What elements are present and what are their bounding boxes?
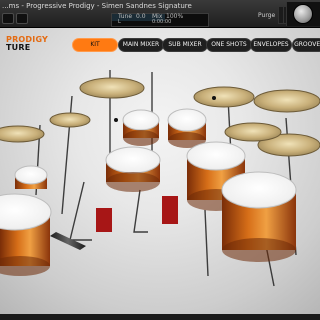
- hi-hat-pedal[interactable]: [50, 232, 86, 250]
- left-kick-drum[interactable]: [0, 193, 52, 276]
- dot-marker: [114, 118, 118, 122]
- tom-1[interactable]: [122, 109, 160, 146]
- small-tom[interactable]: [14, 165, 48, 189]
- cymbal-mid-right[interactable]: [224, 122, 282, 142]
- bottom-status-bar: [0, 314, 320, 320]
- tom-2[interactable]: [167, 108, 207, 148]
- cymbal-top-right[interactable]: [193, 86, 255, 108]
- kick-pedal-right[interactable]: [162, 196, 178, 224]
- app-window: ...ms - Progressive Prodigy - Simen Sand…: [0, 0, 320, 320]
- right-floor-tom[interactable]: [221, 171, 297, 262]
- kick-pedal-left[interactable]: [96, 208, 112, 232]
- cymbal-far-right[interactable]: [253, 89, 320, 113]
- cymbal-china[interactable]: [79, 77, 145, 99]
- dot-marker: [212, 96, 216, 100]
- cymbal-left-crash[interactable]: [0, 125, 45, 143]
- snare-drum[interactable]: [105, 146, 161, 192]
- cymbal-splash[interactable]: [49, 112, 91, 128]
- cymbals: [0, 77, 320, 157]
- drum-kit-illustration: [0, 70, 320, 287]
